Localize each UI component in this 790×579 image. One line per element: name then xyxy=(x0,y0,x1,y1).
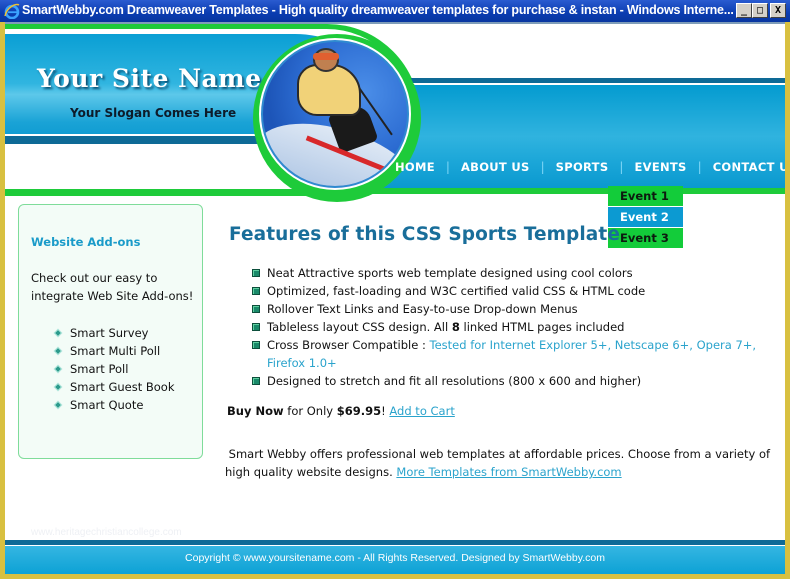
feature-item: Tableless layout CSS design. All 8 linke… xyxy=(252,318,782,336)
features-list: Neat Attractive sports web template desi… xyxy=(252,264,782,390)
nav-contact-us[interactable]: CONTACT US xyxy=(713,160,785,174)
title-bar: SmartWebby.com Dreamweaver Templates - H… xyxy=(0,0,790,22)
sidebar-list: Smart Survey Smart Multi Poll Smart Poll… xyxy=(53,324,175,414)
feature-item: Cross Browser Compatible : Tested for In… xyxy=(252,336,782,372)
square-bullet-icon xyxy=(252,269,260,277)
add-to-cart-link[interactable]: Add to Cart xyxy=(389,404,454,418)
feature-text: linked HTML pages included xyxy=(459,320,625,334)
sidebar-addons-box: Website Add-ons Check out our easy to in… xyxy=(18,204,203,459)
main-nav: HOME | ABOUT US | SPORTS | EVENTS | CONT… xyxy=(395,160,785,174)
nav-bar-top-line xyxy=(400,78,785,84)
feature-text: Neat Attractive sports web template desi… xyxy=(267,266,633,280)
sidebar-item[interactable]: Smart Multi Poll xyxy=(53,342,175,360)
internet-explorer-icon xyxy=(4,3,20,19)
price: $69.95 xyxy=(336,404,382,418)
feature-page-count: 8 xyxy=(451,320,460,334)
square-bullet-icon xyxy=(252,341,260,349)
sidebar-item-label: Smart Multi Poll xyxy=(70,344,161,358)
header-divider xyxy=(5,134,265,144)
watermark: www.heritagechristiancollege.com xyxy=(31,527,182,538)
nav-events[interactable]: EVENTS xyxy=(634,160,686,174)
sidebar-item[interactable]: Smart Guest Book xyxy=(53,378,175,396)
site-slogan: Your Slogan Comes Here xyxy=(70,106,237,120)
sidebar-item-label: Smart Guest Book xyxy=(70,380,175,394)
feature-text: Tableless layout CSS design. All xyxy=(267,320,452,334)
sidebar-item-label: Smart Survey xyxy=(70,326,149,340)
feature-text: Optimized, fast-loading and W3C certifie… xyxy=(267,284,646,298)
square-bullet-icon xyxy=(252,323,260,331)
dropdown-item-event-1[interactable]: Event 1 xyxy=(608,186,683,207)
footer-copyright: Copyright © www.yoursitename.com - All R… xyxy=(185,552,605,564)
feature-text: Rollover Text Links and Easy-to-use Drop… xyxy=(267,302,578,316)
footer: Copyright © www.yoursitename.com - All R… xyxy=(5,546,785,574)
buy-line: Buy Now for Only $69.95! Add to Cart xyxy=(227,404,455,418)
about-paragraph: Smart Webby offers professional web temp… xyxy=(225,445,780,481)
bullet-icon xyxy=(53,400,63,410)
bullet-icon xyxy=(53,346,63,356)
page-viewport: Your Site Name Your Slogan Comes Here HO… xyxy=(5,22,785,574)
minimize-button[interactable]: _ xyxy=(736,3,752,18)
feature-text: Designed to stretch and fit all resoluti… xyxy=(267,374,642,388)
sidebar-item-label: Smart Poll xyxy=(70,362,129,376)
more-templates-link[interactable]: More Templates from SmartWebby.com xyxy=(396,465,621,479)
sidebar-text: Check out our easy to integrate Web Site… xyxy=(31,271,194,303)
sidebar-item[interactable]: Smart Survey xyxy=(53,324,175,342)
skier-photo xyxy=(263,42,407,186)
square-bullet-icon xyxy=(252,287,260,295)
maximize-button[interactable]: □ xyxy=(752,3,768,18)
sidebar-title: Website Add-ons xyxy=(31,235,141,249)
feature-item: Designed to stretch and fit all resoluti… xyxy=(252,372,782,390)
sidebar-item[interactable]: Smart Poll xyxy=(53,360,175,378)
feature-text: Cross Browser Compatible : xyxy=(267,338,430,352)
nav-about-us[interactable]: ABOUT US xyxy=(461,160,530,174)
nav-separator: | xyxy=(540,160,545,174)
bullet-icon xyxy=(53,364,63,374)
square-bullet-icon xyxy=(252,305,260,313)
sidebar-item[interactable]: Smart Quote xyxy=(53,396,175,414)
nav-separator: | xyxy=(445,160,450,174)
page-title: Features of this CSS Sports Template xyxy=(229,224,620,245)
site-name[interactable]: Your Site Name xyxy=(37,64,262,93)
nav-separator: | xyxy=(619,160,624,174)
bullet-icon xyxy=(53,382,63,392)
square-bullet-icon xyxy=(252,377,260,385)
nav-home[interactable]: HOME xyxy=(395,160,435,174)
buy-text: for Only xyxy=(283,404,337,418)
window-title: SmartWebby.com Dreamweaver Templates - H… xyxy=(22,3,734,17)
sidebar-item-label: Smart Quote xyxy=(70,398,144,412)
nav-sports[interactable]: SPORTS xyxy=(556,160,609,174)
feature-item: Rollover Text Links and Easy-to-use Drop… xyxy=(252,300,782,318)
bullet-icon xyxy=(53,328,63,338)
close-button[interactable]: X xyxy=(770,3,786,18)
feature-item: Optimized, fast-loading and W3C certifie… xyxy=(252,282,782,300)
nav-green-line xyxy=(335,188,785,194)
nav-separator: | xyxy=(697,160,702,174)
browser-window: SmartWebby.com Dreamweaver Templates - H… xyxy=(0,0,790,579)
feature-item: Neat Attractive sports web template desi… xyxy=(252,264,782,282)
buy-now-label: Buy Now xyxy=(227,404,284,418)
